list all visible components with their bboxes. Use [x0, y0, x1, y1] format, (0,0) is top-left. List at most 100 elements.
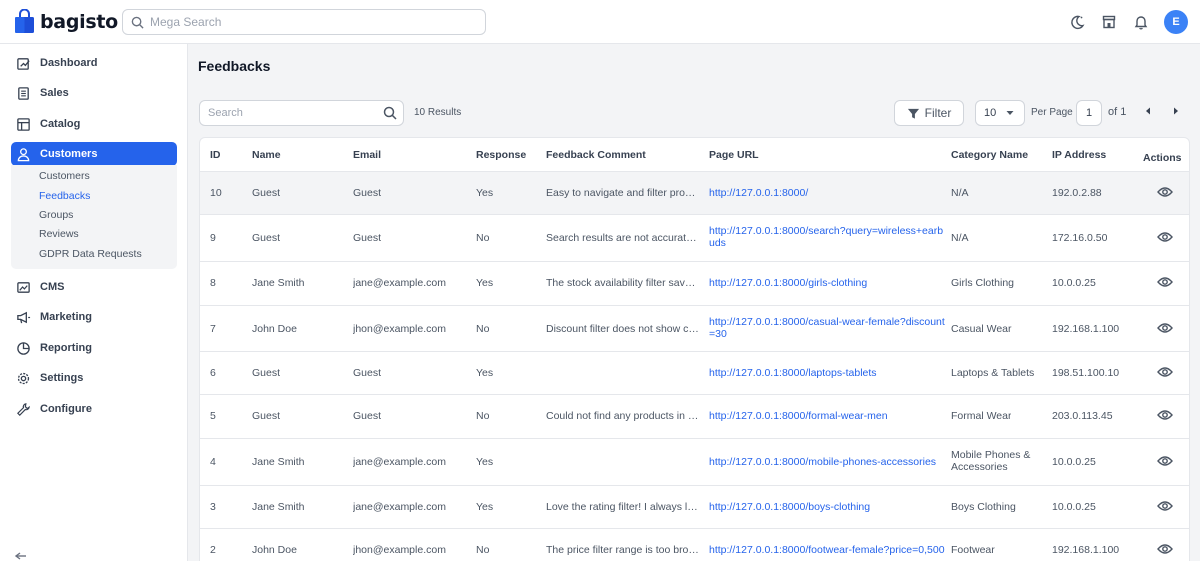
dashboard-icon — [17, 57, 30, 70]
cell-page-url[interactable]: http://127.0.0.1:8000/ — [709, 187, 947, 199]
submenu-item-gdpr[interactable]: GDPR Data Requests — [39, 248, 142, 260]
cell-category: Casual Wear — [951, 323, 1012, 335]
shopping-bag-icon — [15, 9, 34, 33]
column-header-name[interactable]: Name — [252, 149, 281, 161]
cell-page-url[interactable]: http://127.0.0.1:8000/laptops-tablets — [709, 367, 947, 379]
cell-page-url[interactable]: http://127.0.0.1:8000/girls-clothing — [709, 277, 947, 289]
top-bar: bagisto E — [0, 0, 1200, 44]
cell-id: 8 — [210, 277, 216, 289]
submenu-item-groups[interactable]: Groups — [39, 209, 73, 221]
submenu-item-reviews[interactable]: Reviews — [39, 228, 79, 240]
datagrid-search-box[interactable] — [199, 100, 404, 126]
customers-submenu: Customers Feedbacks Groups Reviews GDPR … — [11, 165, 177, 269]
cell-id: 10 — [210, 187, 222, 199]
customers-icon — [17, 147, 30, 161]
cell-comment: The price filter range is too broad for … — [546, 544, 701, 556]
cell-email: jane@example.com — [353, 277, 446, 289]
cell-page-url[interactable]: http://127.0.0.1:8000/search?query=wirel… — [709, 225, 947, 249]
table-row: 2 John Doe jhon@example.com No The price… — [200, 529, 1189, 561]
view-eye-icon[interactable] — [1157, 231, 1173, 243]
sidebar-item-label: Configure — [40, 403, 92, 415]
cell-category: N/A — [951, 232, 969, 244]
view-eye-icon[interactable] — [1157, 322, 1173, 334]
sidebar-item-label: Settings — [40, 372, 84, 384]
cell-email: jane@example.com — [353, 456, 446, 468]
cell-comment: Love the rating filter! I always look fo… — [546, 501, 701, 513]
table-row: 7 John Doe jhon@example.com No Discount … — [200, 306, 1189, 352]
user-avatar[interactable]: E — [1164, 10, 1188, 34]
results-count: 10 Results — [414, 107, 462, 118]
sidebar-item-settings[interactable]: Settings — [11, 366, 177, 390]
sidebar-item-marketing[interactable]: Marketing — [11, 305, 177, 329]
sidebar-item-sales[interactable]: Sales — [11, 81, 177, 105]
view-eye-icon[interactable] — [1157, 455, 1173, 467]
cell-page-url[interactable]: http://127.0.0.1:8000/casual-wear-female… — [709, 316, 947, 340]
chevron-left-icon[interactable] — [1144, 106, 1152, 116]
collapse-sidebar-icon[interactable] — [14, 552, 28, 560]
search-icon[interactable] — [383, 106, 397, 120]
sidebar-item-catalog[interactable]: Catalog — [11, 112, 177, 136]
per-page-value: 10 — [984, 107, 997, 119]
chevron-right-icon[interactable] — [1172, 106, 1180, 116]
column-header-response[interactable]: Response — [476, 149, 526, 161]
mega-search-input[interactable] — [150, 15, 470, 29]
cell-ip: 203.0.113.45 — [1052, 410, 1113, 422]
cell-comment: The stock availability filter saved me t… — [546, 277, 701, 289]
storefront-icon[interactable] — [1100, 13, 1118, 31]
view-eye-icon[interactable] — [1157, 186, 1173, 198]
cell-name: Jane Smith — [252, 277, 305, 289]
datagrid-search-input[interactable] — [208, 107, 383, 119]
view-eye-icon[interactable] — [1157, 276, 1173, 288]
filter-button[interactable]: Filter — [894, 100, 964, 126]
cell-category: Girls Clothing — [951, 277, 1015, 289]
page-number-input[interactable] — [1076, 100, 1102, 126]
cell-email: Guest — [353, 187, 382, 199]
sidebar-item-cms[interactable]: CMS — [11, 275, 177, 299]
cell-name: John Doe — [252, 544, 297, 556]
cell-category: Mobile Phones & Accessories — [951, 449, 1031, 473]
cell-name: Guest — [252, 187, 281, 199]
per-page-select[interactable]: 10 — [975, 100, 1025, 126]
mega-search-box[interactable] — [122, 9, 486, 35]
view-eye-icon[interactable] — [1157, 543, 1173, 555]
sidebar-item-dashboard[interactable]: Dashboard — [11, 51, 177, 75]
cell-name: Guest — [252, 410, 281, 422]
reporting-icon — [17, 341, 30, 355]
sidebar-item-label: Customers — [40, 148, 98, 160]
view-eye-icon[interactable] — [1157, 366, 1173, 378]
view-eye-icon[interactable] — [1157, 409, 1173, 421]
cell-category: N/A — [951, 187, 969, 199]
cell-page-url[interactable]: http://127.0.0.1:8000/mobile-phones-acce… — [709, 456, 947, 468]
column-header-actions: Actions — [1143, 152, 1182, 164]
submenu-item-customers[interactable]: Customers — [39, 170, 90, 182]
cell-email: Guest — [353, 232, 382, 244]
column-header-page-url[interactable]: Page URL — [709, 149, 759, 161]
column-header-feedback-comment[interactable]: Feedback Comment — [546, 149, 646, 161]
cell-ip: 192.168.1.100 — [1052, 323, 1120, 335]
table-row: 4 Jane Smith jane@example.com Yes http:/… — [200, 439, 1189, 486]
dark-mode-icon[interactable] — [1068, 13, 1086, 31]
cell-page-url[interactable]: http://127.0.0.1:8000/boys-clothing — [709, 501, 947, 513]
settings-icon — [17, 372, 30, 384]
cell-name: Jane Smith — [252, 501, 305, 513]
column-header-ip-address[interactable]: IP Address — [1052, 149, 1106, 161]
cell-id: 5 — [210, 410, 216, 422]
total-pages-label: of 1 — [1108, 106, 1127, 118]
table-row: 6 Guest Guest Yes http://127.0.0.1:8000/… — [200, 352, 1189, 395]
column-header-category-name[interactable]: Category Name — [951, 149, 1028, 161]
sidebar-item-customers[interactable]: Customers — [11, 142, 177, 166]
column-header-id[interactable]: ID — [210, 149, 221, 161]
cell-email: Guest — [353, 367, 382, 379]
bagisto-logo[interactable]: bagisto — [14, 9, 118, 34]
cell-ip: 192.0.2.88 — [1052, 187, 1102, 199]
view-eye-icon[interactable] — [1157, 500, 1173, 512]
cell-id: 9 — [210, 232, 216, 244]
notification-bell-icon[interactable] — [1132, 13, 1150, 31]
cell-page-url[interactable]: http://127.0.0.1:8000/formal-wear-men — [709, 410, 947, 422]
sidebar-item-configure[interactable]: Configure — [11, 397, 177, 421]
column-header-email[interactable]: Email — [353, 149, 381, 161]
submenu-item-feedbacks[interactable]: Feedbacks — [39, 190, 90, 202]
main-content: Feedbacks 10 Results Filter 10 Per Page … — [189, 44, 1200, 561]
cell-page-url[interactable]: http://127.0.0.1:8000/footwear-female?pr… — [709, 544, 947, 556]
sidebar-item-reporting[interactable]: Reporting — [11, 336, 177, 360]
